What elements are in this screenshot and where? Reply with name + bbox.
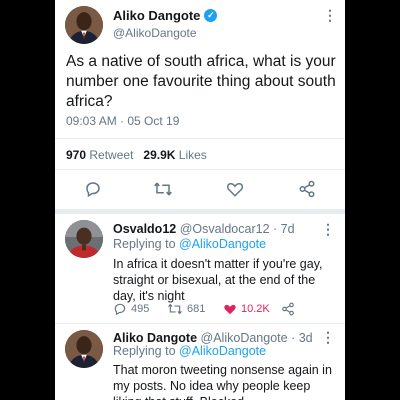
tweet-actions: [55, 178, 345, 200]
divider: [55, 169, 345, 170]
tweet-timestamp[interactable]: 09:03 AM · 05 Oct 19: [66, 114, 179, 128]
author-name[interactable]: Aliko Dangote ✓: [113, 8, 218, 23]
reply-icon[interactable]: [84, 180, 102, 198]
heart-icon[interactable]: [226, 180, 244, 198]
reply-avatar[interactable]: [65, 220, 103, 258]
retweet-count[interactable]: 970: [66, 148, 86, 162]
reply-age[interactable]: · 3d: [291, 331, 313, 345]
divider: [55, 138, 345, 139]
reply-avatar[interactable]: [65, 330, 103, 368]
reply-author[interactable]: Osvaldo12 @Osvaldocar12 · 7d: [113, 222, 295, 236]
like-count[interactable]: 29.9K: [143, 148, 175, 162]
divider: [55, 323, 345, 324]
author-handle[interactable]: @AlikoDangote: [113, 26, 197, 40]
like-label[interactable]: Likes: [179, 148, 207, 162]
reply-button[interactable]: 495: [113, 302, 167, 316]
tweet-stats: 970 Retweet 29.9K Likes: [66, 148, 207, 162]
reply-count: 495: [131, 303, 150, 315]
reply-author-handle[interactable]: @AlikoDangote: [201, 331, 288, 345]
author-avatar[interactable]: [65, 6, 103, 44]
replying-to: Replying to @AlikoDangote: [113, 237, 266, 251]
reply-icon: [114, 303, 126, 316]
reply-author-handle[interactable]: @Osvaldocar12: [180, 222, 270, 236]
retweet-button[interactable]: 681: [167, 302, 223, 316]
reply-age[interactable]: · 7d: [273, 222, 295, 236]
share-icon[interactable]: [298, 180, 316, 198]
share-button[interactable]: [281, 302, 295, 316]
replying-to-handle[interactable]: @AlikoDangote: [179, 237, 266, 251]
tweet-text: As a native of south africa, what is you…: [66, 53, 336, 110]
tweet-page: Aliko Dangote ✓ @AlikoDangote ⋮ As a nat…: [55, 0, 345, 400]
like-count: 10.2K: [241, 303, 270, 315]
replying-to-prefix: Replying to: [113, 237, 176, 251]
section-divider: [55, 209, 345, 214]
reply-author-name[interactable]: Aliko Dangote: [113, 331, 197, 345]
reply-text: In africa it doesn't matter if you're ga…: [113, 257, 323, 303]
retweet-count: 681: [187, 303, 206, 315]
more-options-icon[interactable]: ⋮: [321, 222, 335, 236]
heart-icon: [224, 304, 236, 315]
more-options-icon[interactable]: ⋮: [321, 330, 335, 344]
reply-actions: 495 681 10.2K: [113, 301, 295, 317]
author-name-text: Aliko Dangote: [113, 8, 201, 23]
reply-author-name[interactable]: Osvaldo12: [113, 222, 176, 236]
like-button[interactable]: 10.2K: [223, 302, 281, 316]
retweet-icon[interactable]: [153, 180, 173, 198]
reply-text: That moron tweeting nonsense again in my…: [113, 363, 332, 400]
replying-to-handle[interactable]: @AlikoDangote: [179, 344, 266, 358]
retweet-icon: [168, 303, 182, 315]
share-icon: [282, 302, 294, 316]
retweet-label[interactable]: Retweet: [89, 148, 133, 162]
verified-badge-icon: ✓: [204, 9, 218, 22]
reply-author[interactable]: Aliko Dangote @AlikoDangote · 3d: [113, 331, 313, 345]
more-options-icon[interactable]: ⋮: [323, 8, 337, 22]
replying-to-prefix: Replying to: [113, 344, 176, 358]
replying-to: Replying to @AlikoDangote: [113, 344, 266, 358]
